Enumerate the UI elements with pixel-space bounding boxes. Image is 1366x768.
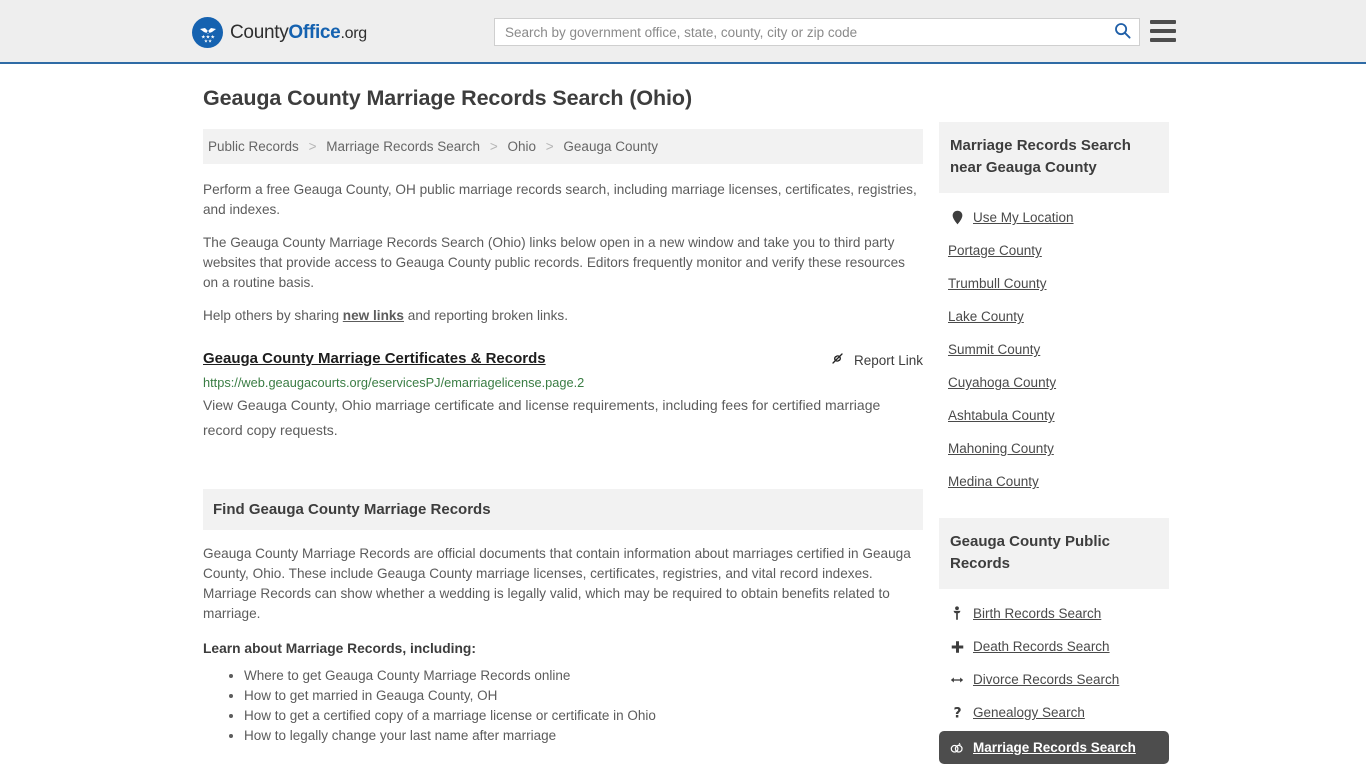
search-icon (1114, 22, 1131, 42)
sidebar-item-death-records-search[interactable]: Death Records Search (939, 630, 1169, 663)
site-logo[interactable]: ★★★ ★★ CountyOffice.org (192, 17, 367, 48)
breadcrumb-separator-1: > (308, 139, 317, 154)
sidebar-link-label[interactable]: Genealogy Search (973, 705, 1085, 720)
find-records-heading: Find Geauga County Marriage Records (203, 489, 923, 530)
sidebar-link-label[interactable]: Ashtabula County (948, 408, 1055, 423)
sidebar-link-label[interactable]: Mahoning County (948, 441, 1054, 456)
sidebar-item-use-my-location[interactable]: Use My Location (939, 201, 1169, 234)
menu-bar-1 (1150, 20, 1176, 24)
search-result-item: Geauga County Marriage Certificates & Re… (203, 350, 923, 443)
learn-about-heading: Learn about Marriage Records, including: (203, 641, 476, 656)
breadcrumb-item-geauga-county: Geauga County (563, 139, 658, 154)
svg-text:★★: ★★ (203, 38, 211, 43)
result-title-link[interactable]: Geauga County Marriage Certificates & Re… (203, 350, 546, 367)
sidebar-item-lake-county[interactable]: Lake County (939, 300, 1169, 333)
logo-word-office: Office (288, 21, 341, 43)
public-records-list: Birth Records Search Death Records Searc… (939, 597, 1169, 764)
intro-paragraph-1: Perform a free Geauga County, OH public … (203, 182, 917, 217)
list-item: How to get a certified copy of a marriag… (244, 706, 923, 726)
logo-word-org: .org (340, 24, 367, 42)
cross-icon (950, 640, 964, 654)
logo-word-county: County (230, 21, 289, 43)
intro-paragraph-2: The Geauga County Marriage Records Searc… (203, 235, 905, 290)
share-text-after: and reporting broken links. (404, 308, 568, 323)
report-link-button[interactable]: Report Link (830, 350, 923, 369)
site-header: ★★★ ★★ CountyOffice.org (0, 0, 1366, 64)
sidebar-link-label[interactable]: Portage County (948, 243, 1042, 258)
search-input[interactable] (495, 19, 1105, 45)
sidebar-item-ashtabula-county[interactable]: Ashtabula County (939, 399, 1169, 432)
find-records-body: Geauga County Marriage Records are offic… (203, 546, 911, 621)
sidebar-link-label[interactable]: Medina County (948, 474, 1039, 489)
breadcrumb-item-public-records[interactable]: Public Records (208, 139, 299, 154)
eagle-emblem-icon: ★★★ ★★ (192, 17, 223, 48)
sidebar: Marriage Records Search near Geauga Coun… (939, 122, 1169, 766)
sidebar-link-label[interactable]: Trumbull County (948, 276, 1047, 291)
report-link-label: Report Link (853, 352, 923, 368)
sidebar-item-trumbull-county[interactable]: Trumbull County (939, 267, 1169, 300)
share-text-before: Help others by sharing (203, 308, 343, 323)
sidebar-item-birth-records-search[interactable]: Birth Records Search (939, 597, 1169, 630)
nearby-counties-heading: Marriage Records Search near Geauga Coun… (939, 122, 1169, 193)
wedding-rings-icon (950, 741, 964, 754)
breadcrumb-separator-3: > (545, 139, 554, 154)
new-links-link[interactable]: new links (343, 308, 404, 323)
menu-bar-3 (1150, 38, 1176, 42)
sidebar-link-label[interactable]: Marriage Records Search (973, 740, 1136, 755)
breadcrumb-item-marriage-records-search[interactable]: Marriage Records Search (326, 139, 480, 154)
list-item: How to get married in Geauga County, OH (244, 686, 923, 706)
learn-about-list: Where to get Geauga County Marriage Reco… (203, 666, 923, 746)
sidebar-item-marriage-records-search[interactable]: Marriage Records Search (939, 731, 1169, 764)
sidebar-item-cuyahoga-county[interactable]: Cuyahoga County (939, 366, 1169, 399)
map-pin-icon (950, 210, 964, 225)
sidebar-item-portage-county[interactable]: Portage County (939, 234, 1169, 267)
intro-section: Perform a free Geauga County, OH public … (203, 180, 923, 326)
nearby-counties-list: Use My Location Portage County Trumbull … (939, 201, 1169, 498)
page-title: Geauga County Marriage Records Search (O… (203, 86, 693, 110)
sidebar-link-label[interactable]: Death Records Search (973, 639, 1110, 654)
svg-text:?: ? (953, 705, 961, 720)
search-button[interactable] (1105, 19, 1139, 45)
breadcrumb-item-ohio[interactable]: Ohio (507, 139, 536, 154)
sidebar-link-label[interactable]: Birth Records Search (973, 606, 1101, 621)
sidebar-item-medina-county[interactable]: Medina County (939, 465, 1169, 498)
sidebar-item-divorce-records-search[interactable]: Divorce Records Search (939, 663, 1169, 696)
sidebar-link-label[interactable]: Use My Location (973, 210, 1074, 225)
intro-paragraph-3: Help others by sharing new links and rep… (203, 306, 923, 326)
broken-link-icon (830, 351, 845, 369)
public-records-heading: Geauga County Public Records (939, 518, 1169, 589)
list-item: Where to get Geauga County Marriage Reco… (244, 666, 923, 686)
sidebar-item-genealogy-search[interactable]: ? Genealogy Search (939, 696, 1169, 729)
menu-bar-2 (1150, 29, 1176, 33)
result-header-row: Geauga County Marriage Certificates & Re… (203, 350, 923, 369)
baby-icon (950, 606, 964, 621)
breadcrumb: Public Records > Marriage Records Search… (203, 129, 923, 164)
sidebar-link-label[interactable]: Cuyahoga County (948, 375, 1056, 390)
sidebar-link-label[interactable]: Divorce Records Search (973, 672, 1119, 687)
breadcrumb-separator-2: > (489, 139, 498, 154)
hamburger-menu-icon[interactable] (1150, 20, 1176, 42)
result-url: https://web.geaugacourts.org/eservicesPJ… (203, 375, 585, 390)
sidebar-item-summit-county[interactable]: Summit County (939, 333, 1169, 366)
result-description: View Geauga County, Ohio marriage certif… (203, 397, 881, 438)
question-mark-icon: ? (950, 705, 964, 720)
sidebar-link-label[interactable]: Summit County (948, 342, 1040, 357)
list-item: How to legally change your last name aft… (244, 726, 923, 746)
left-right-arrow-icon (950, 674, 964, 686)
main-content: Geauga County Marriage Records Search (O… (203, 86, 923, 746)
sidebar-link-label[interactable]: Lake County (948, 309, 1024, 324)
search-bar (494, 18, 1140, 46)
logo-wordmark: CountyOffice.org (230, 22, 367, 44)
sidebar-item-mahoning-county[interactable]: Mahoning County (939, 432, 1169, 465)
